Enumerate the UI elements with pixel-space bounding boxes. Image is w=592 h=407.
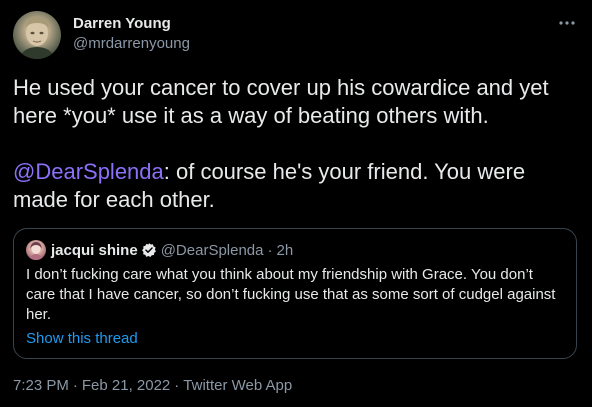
verified-badge-icon [141, 243, 156, 258]
tweet-source[interactable]: Twitter Web App [183, 377, 292, 394]
author-handle[interactable]: @mrdarrenyoung [73, 34, 190, 54]
tweet-date[interactable]: Feb 21, 2022 [82, 377, 170, 394]
quoted-tweet[interactable]: jacqui shine @DearSplenda · 2h I don’t f… [13, 228, 577, 359]
quoted-separator: · [267, 241, 273, 259]
author-names: Darren Young @mrdarrenyoung [73, 14, 190, 54]
quoted-tweet-header: jacqui shine @DearSplenda · 2h [26, 240, 293, 260]
author-avatar[interactable] [13, 11, 61, 59]
tweet-header: Darren Young @mrdarrenyoung [13, 11, 579, 59]
mention-link[interactable]: @DearSplenda [13, 159, 164, 184]
tweet-metadata: 7:23 PM · Feb 21, 2022 · Twitter Web App [13, 376, 292, 396]
profile-photo-icon [19, 17, 55, 59]
tweet-text-paragraph-1: He used your cancer to cover up his cowa… [13, 75, 549, 128]
quoted-profile-photo-icon [29, 242, 43, 260]
quoted-author-avatar [26, 240, 46, 260]
tweet-time[interactable]: 7:23 PM [13, 377, 69, 394]
tweet-text-paragraph-2: @DearSplenda: of course he's your friend… [13, 158, 579, 214]
quoted-author-display-name: jacqui shine [51, 241, 138, 259]
more-options-icon[interactable] [557, 13, 577, 33]
quoted-tweet-text: I don’t fucking care what you think abou… [26, 266, 556, 323]
tweet-text: He used your cancer to cover up his cowa… [13, 74, 579, 214]
quoted-timestamp: 2h [276, 241, 294, 259]
meta-separator: · [72, 377, 78, 394]
author-display-name[interactable]: Darren Young [73, 14, 190, 34]
quoted-author-handle: @DearSplenda [160, 241, 264, 259]
show-thread-link[interactable]: Show this thread [26, 329, 138, 349]
meta-separator: · [174, 377, 180, 394]
tweet: Darren Young @mrdarrenyoung He used your… [0, 0, 592, 407]
